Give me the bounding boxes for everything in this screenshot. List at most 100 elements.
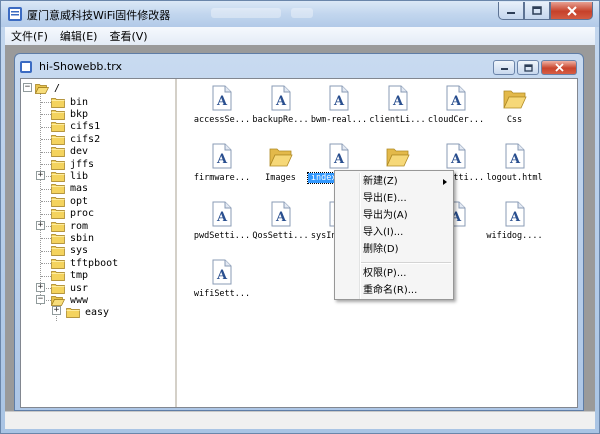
file-item[interactable]: Abwm-real... [310,83,368,131]
file-item[interactable]: AbackupRe... [252,83,310,131]
svg-text:A: A [391,94,403,109]
tree-item-label: cifs1 [70,121,101,133]
window-controls [498,2,593,20]
file-item-label: logout.html [486,173,543,183]
maximize-icon [523,63,533,72]
file-item[interactable]: ApwdSetti... [193,199,251,247]
folder-item[interactable]: Images [252,141,310,189]
file-item[interactable]: AclientLi... [369,83,427,131]
open-folder-icon [35,83,49,94]
tree-item-label: bin [70,96,89,108]
file-item[interactable]: AwifiSett... [193,257,251,305]
tree-item-root[interactable]: / [35,81,60,95]
file-item[interactable]: AcloudCer... [427,83,485,131]
document-icon: A [271,201,290,227]
ctx-import[interactable]: 导入(I)... [335,224,453,241]
tree-expand-toggle[interactable]: + [36,171,45,181]
maximize-icon [532,6,542,15]
close-button[interactable] [550,2,593,20]
folder-icon [51,97,65,108]
menu-file[interactable]: 文件(F) [5,28,54,44]
folder-icon [502,90,527,109]
folder-icon [51,110,65,120]
document-icon: A [271,85,290,111]
document-icon: A [446,143,466,169]
document-icon: A [505,143,524,169]
file-item[interactable]: AaccessSe... [193,83,251,131]
minimize-button[interactable] [498,2,524,20]
folder-icon [51,221,65,232]
document-icon: A [212,143,232,169]
file-item[interactable]: Alogout.html [486,141,544,189]
ctx-new[interactable]: 新建(Z) [335,173,453,190]
document-minimize-button[interactable] [493,60,515,75]
file-item-label: clientLi... [369,115,426,125]
svg-text:A: A [450,94,462,109]
tree-expand-toggle[interactable]: + [36,221,45,230]
folder-item[interactable]: Css [486,83,544,131]
document-close-button[interactable] [541,60,577,75]
document-title: hi-Showebb.trx [39,60,122,73]
svg-text:A: A [274,210,286,225]
file-item-label: backupRe... [252,115,309,125]
ctx-permissions[interactable]: 权限(P)... [335,265,453,282]
file-item-label: Css [506,115,523,125]
tree-item-label: / [54,82,61,94]
document-icon: A [388,85,407,111]
title-bar[interactable]: 厦门意威科技WiFi固件修改器 [1,1,599,27]
ctx-rename[interactable]: 重命名(R)... [335,282,453,299]
document-window-icon [20,61,32,73]
tree-expand-toggle[interactable]: + [36,283,45,292]
document-icon: A [212,85,232,111]
ctx-new-label: 新建(Z) [363,176,398,187]
folder-icon [51,246,65,257]
document-window: hi-Showebb.trx − / bin bkp cifs1 cifs2 d… [14,53,584,411]
close-icon [566,5,577,16]
ctx-export-as[interactable]: 导出为(A) [335,207,453,224]
folder-icon [51,258,65,269]
tree-collapse-toggle[interactable]: − [36,295,45,305]
file-item-label: cloudCer... [427,115,485,125]
tree-item-easy[interactable]: easy [66,305,109,319]
document-title-bar[interactable]: hi-Showebb.trx [19,58,579,78]
file-item-label: QosSetti... [252,231,309,241]
file-item[interactable]: Afirmware... [193,141,251,189]
submenu-arrow-icon [443,179,447,185]
folder-tree[interactable]: − / bin bkp cifs1 cifs2 dev jffs + lib mas opt pro… [21,79,177,407]
tree-item-label: easy [85,306,110,318]
tree-expand-toggle[interactable]: + [52,306,61,315]
document-icon: A [329,85,349,111]
file-item-label: wifidog.... [486,231,543,241]
tree-item-label: tmp [70,270,89,282]
svg-text:A: A [508,210,520,225]
menu-view[interactable]: 查看(V) [103,28,153,44]
tree-item-label: usr [70,282,89,294]
folder-icon [51,271,65,281]
close-icon [554,63,564,72]
main-window: 厦门意威科技WiFi固件修改器 文件(F) 编辑(E) 查看(V) hi-Sho… [0,0,600,434]
context-menu-separator [361,262,451,264]
file-item-label: pwdSetti... [193,231,251,241]
folder-icon [268,148,293,167]
ctx-delete[interactable]: 删除(D) [335,241,453,258]
file-item-label: accessSe... [193,115,251,125]
svg-text:A: A [333,152,345,167]
ctx-export[interactable]: 导出(E)... [335,190,453,207]
menu-edit[interactable]: 编辑(E) [54,28,104,44]
tree-item-label: dev [70,146,89,158]
folder-icon [51,283,65,294]
folder-icon [51,122,65,133]
app-icon [8,7,22,21]
file-item[interactable]: Awifidog.... [486,199,544,247]
folder-icon [51,184,65,195]
minimize-icon [500,68,508,70]
tree-item-label: tftpboot [70,257,119,269]
folder-icon [51,159,65,170]
maximize-button[interactable] [524,2,550,20]
tree-collapse-toggle[interactable]: − [23,83,32,92]
title-reflection [291,8,313,18]
file-item[interactable]: A QosSetti... [252,199,310,247]
tree-item-label: mas [70,183,89,195]
file-item-label: bwm-real... [310,115,368,125]
document-maximize-button[interactable] [517,60,539,75]
